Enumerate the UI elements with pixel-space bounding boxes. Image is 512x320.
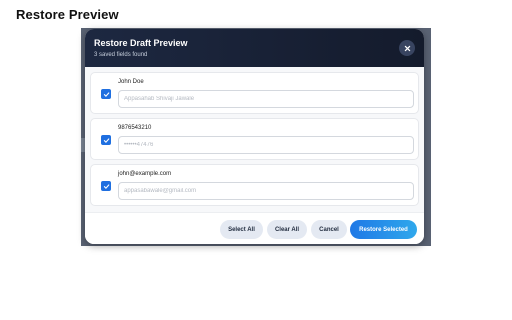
close-icon — [404, 45, 410, 51]
field-card: John Doe — [90, 72, 419, 114]
clear-all-button[interactable]: Clear All — [267, 220, 307, 239]
checkmark-icon — [103, 137, 109, 143]
field-input[interactable] — [118, 182, 414, 200]
field-saved-value: john@example.com — [118, 171, 172, 177]
cancel-button[interactable]: Cancel — [311, 220, 347, 239]
checkmark-icon — [103, 183, 109, 189]
field-saved-value: John Doe — [118, 79, 144, 85]
restore-draft-modal: Restore Draft Preview 3 saved fields fou… — [85, 29, 424, 244]
modal-subtitle: 3 saved fields found — [94, 52, 148, 58]
field-input[interactable] — [118, 90, 414, 108]
page-title: Restore Preview — [16, 7, 119, 22]
field-card: 9876543210 — [90, 118, 419, 160]
field-checkbox[interactable] — [101, 181, 111, 191]
field-input[interactable] — [118, 136, 414, 154]
modal-header: Restore Draft Preview 3 saved fields fou… — [85, 29, 424, 67]
close-button[interactable] — [399, 40, 415, 56]
restore-selected-button[interactable]: Restore Selected — [350, 220, 417, 239]
modal-footer: Select All Clear All Cancel Restore Sele… — [85, 212, 424, 244]
field-saved-value: 9876543210 — [118, 125, 152, 131]
select-all-button[interactable]: Select All — [220, 220, 263, 239]
field-card: john@example.com — [90, 164, 419, 206]
field-checkbox[interactable] — [101, 89, 111, 99]
field-checkbox[interactable] — [101, 135, 111, 145]
checkmark-icon — [103, 91, 109, 97]
saved-fields-list: John Doe 9876543210 john@example.com — [85, 67, 424, 212]
modal-title: Restore Draft Preview — [94, 38, 188, 48]
